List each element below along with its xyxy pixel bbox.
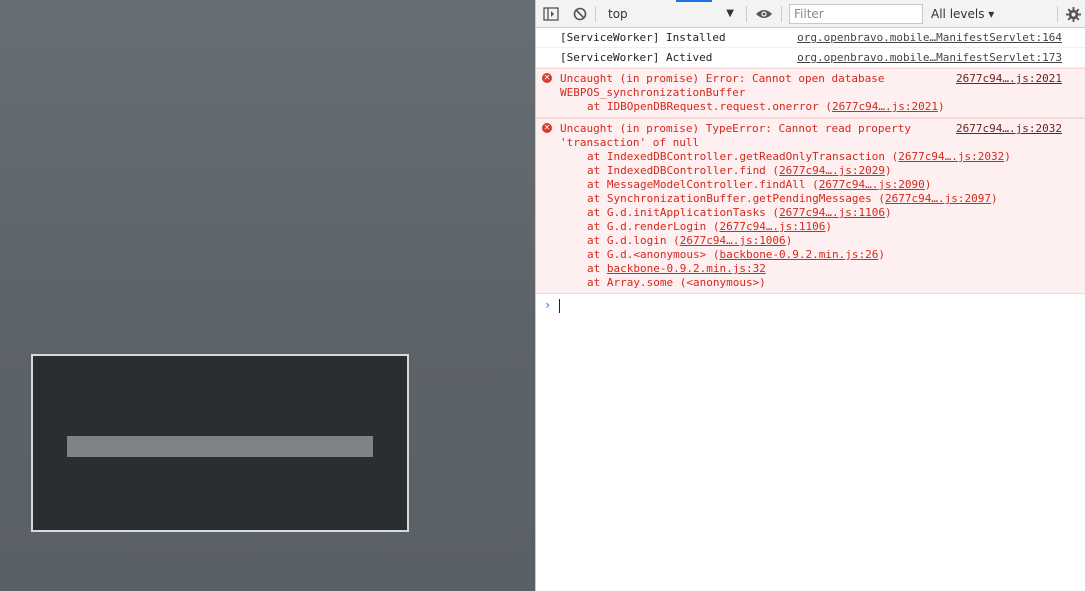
stack-frame: at IDBOpenDBRequest.request.onerror (267… — [560, 100, 1078, 114]
stack-frame: at G.d.login (2677c94….js:1006) — [560, 234, 1078, 248]
stack-frame: at Array.some (<anonymous>) — [560, 276, 1078, 290]
console-error: ✕ Uncaught (in promise) Error: Cannot op… — [536, 68, 1085, 118]
stack-frame-link[interactable]: 2677c94….js:1006 — [680, 234, 786, 247]
stack-frame-link[interactable]: 2677c94….js:2021 — [832, 100, 938, 113]
stack-frame-link[interactable]: 2677c94….js:2029 — [779, 164, 885, 177]
console-message: [ServiceWorker] Installed org.openbravo.… — [536, 28, 1085, 48]
clear-console-icon[interactable] — [571, 5, 589, 23]
stack-frame-suffix: ) — [825, 220, 833, 233]
toolbar-divider — [746, 6, 747, 22]
source-link[interactable]: org.openbravo.mobile…ManifestServlet:173 — [797, 51, 1062, 65]
stack-frame: at G.d.renderLogin (2677c94….js:1106) — [560, 220, 1078, 234]
stack-frame-text: at Array.some (<anonymous>) — [587, 276, 766, 289]
console-prompt[interactable]: › — [536, 294, 1085, 316]
stack-frame-suffix: ) — [885, 206, 892, 219]
stack-frame: at backbone-0.9.2.min.js:32 — [560, 262, 1078, 276]
toolbar-divider — [595, 6, 596, 22]
stack-frame-text: at IDBOpenDBRequest.request.onerror ( — [587, 100, 833, 113]
loading-dialog — [31, 354, 409, 532]
toolbar-divider — [781, 6, 782, 22]
stack-frame-text: at MessageModelController.findAll ( — [587, 178, 819, 191]
console-input-cursor[interactable] — [559, 299, 560, 313]
loading-progress-fill — [68, 437, 372, 456]
active-tab-indicator — [676, 0, 712, 2]
error-icon: ✕ — [542, 123, 552, 133]
stack-frame: at IndexedDBController.getReadOnlyTransa… — [560, 150, 1078, 164]
stack-frame-link[interactable]: backbone-0.9.2.min.js:26 — [719, 248, 878, 261]
stack-frame-suffix: ) — [938, 100, 945, 113]
stack-frame-link[interactable]: 2677c94….js:2032 — [898, 150, 1004, 163]
source-link[interactable]: 2677c94….js:2032 — [956, 122, 1062, 136]
stack-frame-suffix: ) — [785, 234, 793, 247]
toolbar-divider — [1057, 6, 1058, 22]
stack-frame-text: at G.d.login ( — [587, 234, 680, 247]
stack-frame-link[interactable]: backbone-0.9.2.min.js:32 — [607, 262, 766, 275]
context-selector[interactable]: top ▼ — [600, 5, 738, 23]
stack-frame-link[interactable]: 2677c94….js:1106 — [779, 206, 885, 219]
stack-frame-suffix: ) — [885, 164, 892, 177]
console-error: ✕ Uncaught (in promise) TypeError: Canno… — [536, 118, 1085, 294]
eye-icon[interactable] — [754, 5, 774, 23]
context-value: top — [608, 7, 628, 21]
app-viewport — [0, 0, 535, 591]
message-text: [ServiceWorker] Installed — [560, 31, 726, 44]
stack-frame-link[interactable]: 2677c94….js:2090 — [819, 178, 925, 191]
error-text-line: 'transaction' of null — [560, 136, 700, 149]
stack-frame-suffix: ) — [924, 178, 932, 191]
source-link[interactable]: org.openbravo.mobile…ManifestServlet:164 — [797, 31, 1062, 45]
error-icon: ✕ — [542, 73, 552, 83]
gear-icon[interactable] — [1064, 5, 1082, 23]
stack-frame-text: at — [587, 262, 607, 275]
stack-frame-text: at IndexedDBController.find ( — [587, 164, 780, 177]
filter-input[interactable] — [789, 4, 923, 24]
loading-progress-bar — [67, 436, 373, 457]
stack-frame-suffix: ) — [1004, 150, 1011, 163]
stack-frame-link[interactable]: 2677c94….js:2097 — [885, 192, 991, 205]
log-levels-dropdown[interactable]: All levels ▾ — [931, 5, 994, 23]
message-text: [ServiceWorker] Actived — [560, 51, 713, 64]
stack-frame: at G.d.initApplicationTasks (2677c94….js… — [560, 206, 1078, 220]
source-link[interactable]: 2677c94….js:2021 — [956, 72, 1062, 86]
console-toolbar: top ▼ All levels ▾ — [536, 0, 1085, 28]
stack-frame: at SynchronizationBuffer.getPendingMessa… — [560, 192, 1078, 206]
error-text-line: WEBPOS_synchronizationBuffer — [560, 86, 746, 99]
prompt-caret-icon: › — [544, 298, 552, 312]
stack-frame-text: at G.d.renderLogin ( — [587, 220, 720, 233]
stack-frame: at MessageModelController.findAll (2677c… — [560, 178, 1078, 192]
stack-frame: at IndexedDBController.find (2677c94….js… — [560, 164, 1078, 178]
stack-frame-suffix: ) — [878, 248, 886, 261]
sidebar-toggle-icon[interactable] — [542, 5, 560, 23]
console-output: [ServiceWorker] Installed org.openbravo.… — [536, 28, 1085, 316]
devtools-panel: top ▼ All levels ▾ [ServiceWorker] Insta… — [535, 0, 1085, 591]
stack-frame-text: at G.d.initApplicationTasks ( — [587, 206, 780, 219]
stack-frame-text: at G.d.<anonymous> ( — [587, 248, 720, 261]
stack-frame-link[interactable]: 2677c94….js:1106 — [719, 220, 825, 233]
stack-frame-text: at IndexedDBController.getReadOnlyTransa… — [587, 150, 899, 163]
stack-frame: at G.d.<anonymous> (backbone-0.9.2.min.j… — [560, 248, 1078, 262]
stack-frame-text: at SynchronizationBuffer.getPendingMessa… — [587, 192, 886, 205]
dropdown-arrow-icon: ▼ — [726, 8, 734, 19]
stack-frame-suffix: ) — [990, 192, 998, 205]
console-message: [ServiceWorker] Actived org.openbravo.mo… — [536, 48, 1085, 68]
